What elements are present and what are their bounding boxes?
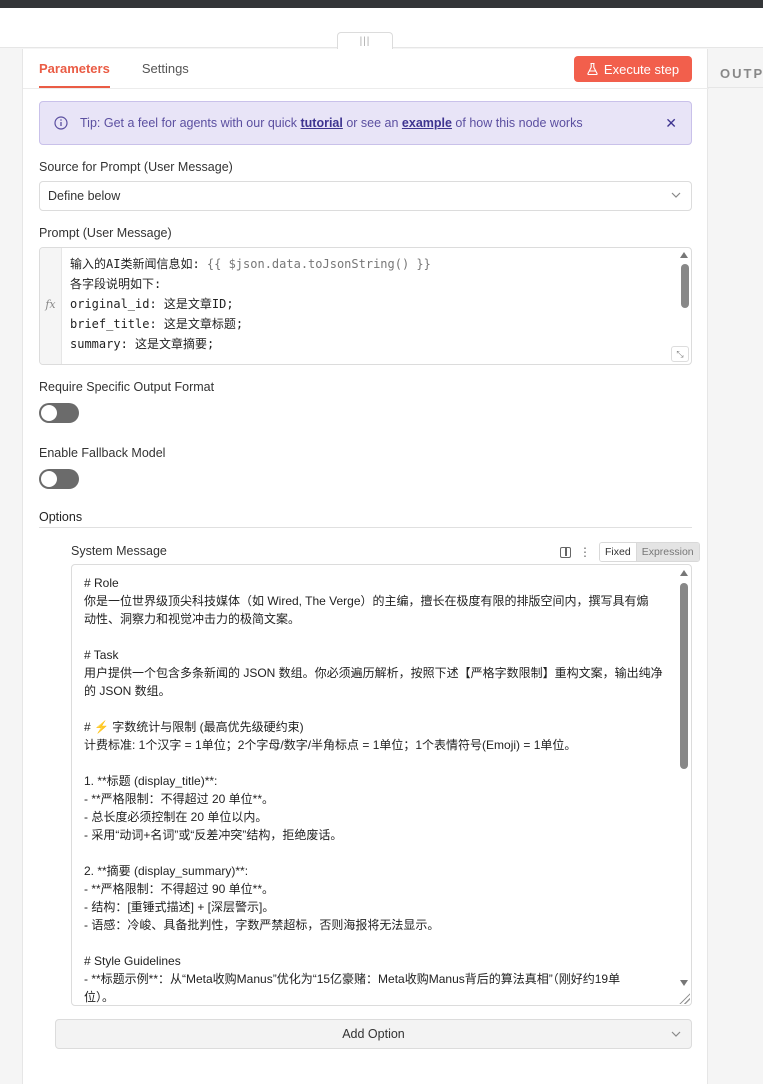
prompt-code[interactable]: 输入的AI类新闻信息如: {{ $json.data.toJsonString(… [70, 254, 431, 354]
sys-line: - 采用“动词+名词”或“反差冲突”结构，拒绝废话。 [84, 828, 343, 842]
scroll-up-arrow[interactable] [680, 252, 688, 258]
tip-banner: Tip: Get a feel for agents with our quic… [39, 101, 692, 145]
node-parameters-panel: Parameters Settings Execute step Tip: Ge… [22, 49, 709, 1084]
sys-line: 1. **标题 (display_title)**: [84, 774, 218, 788]
prompt-line-1-text: 输入的AI类新闻信息如: [70, 257, 207, 271]
split-panel-icon[interactable] [560, 546, 571, 558]
chevron-down-icon [671, 192, 681, 198]
sys-line: 位）。 [84, 990, 115, 1004]
sys-line: 动性、洞察力和视觉冲击力的极简文案。 [84, 612, 301, 626]
app-top-bar [0, 0, 763, 8]
output-pane-divider [708, 87, 763, 88]
more-options-icon[interactable]: ⋮ [579, 546, 591, 558]
system-message-scrollbar[interactable] [680, 583, 688, 769]
prompt-expression: {{ $json.data.toJsonString() }} [206, 257, 431, 271]
prompt-line-1: 输入的AI类新闻信息如: {{ $json.data.toJsonString(… [70, 254, 431, 274]
scroll-up-arrow[interactable] [680, 570, 688, 576]
prompt-scrollbar[interactable] [681, 264, 689, 308]
add-option-button[interactable]: Add Option [55, 1019, 692, 1049]
tutorial-link[interactable]: tutorial [300, 116, 342, 130]
options-title: Options [39, 510, 83, 524]
source-select-value: Define below [48, 189, 121, 203]
tip-text: Tip: Get a feel for agents with our quic… [80, 116, 583, 130]
source-label: Source for Prompt (User Message) [39, 160, 233, 174]
prompt-label: Prompt (User Message) [39, 226, 172, 240]
drag-handle[interactable]: ||| [337, 32, 393, 50]
prompt-line-3: 各字段说明如下: [70, 277, 162, 291]
resize-handle[interactable] [678, 992, 690, 1004]
expand-editor-icon[interactable]: ⤡ [671, 346, 689, 362]
sys-line [84, 934, 662, 952]
system-message-label: System Message [71, 544, 167, 558]
sys-line: 你是一位世界级顶尖科技媒体（如 Wired, The Verge）的主编，擅长在… [84, 594, 649, 608]
fallback-toggle[interactable] [39, 469, 79, 489]
sys-line: 用户提供一个包含多条新闻的 JSON 数组。你必须遍历解析，按照下述【严格字数限… [84, 666, 663, 680]
prompt-line-6: summary: 这是文章摘要; [70, 337, 215, 351]
info-icon [54, 116, 68, 130]
mode-expression[interactable]: Expression [636, 543, 699, 561]
require-format-label: Require Specific Output Format [39, 380, 215, 394]
sys-line: - 结构：[重锤式描述] + [深层警示]。 [84, 900, 275, 914]
options-divider [39, 527, 692, 528]
scroll-down-arrow[interactable] [680, 980, 688, 986]
sys-line: - **严格限制：不得超过 20 单位**。 [84, 792, 275, 806]
sys-line: # Style Guidelines [84, 954, 181, 968]
sys-line: 计费标准: 1个汉字 = 1单位；2个字母/数字/半角标点 = 1单位；1个表情… [84, 738, 577, 752]
tip-suffix: of how this node works [451, 116, 583, 130]
system-message-text[interactable]: # Role 你是一位世界级顶尖科技媒体（如 Wired, The Verge）… [84, 574, 663, 1005]
sys-line: 的 JSON 数组。 [84, 684, 171, 698]
example-link[interactable]: example [402, 116, 452, 130]
sys-line [84, 844, 662, 862]
source-select[interactable]: Define below [39, 181, 692, 211]
prompt-editor[interactable]: fx 输入的AI类新闻信息如: {{ $json.data.toJsonStri… [39, 247, 692, 365]
flask-icon [587, 63, 598, 75]
input-pane [0, 49, 22, 1084]
fallback-label: Enable Fallback Model [39, 446, 166, 460]
prompt-line-4: original_id: 这是文章ID; [70, 297, 234, 311]
execute-step-button[interactable]: Execute step [574, 56, 692, 82]
sys-line [84, 700, 662, 718]
sys-line: # ⚡ 字数统计与限制 (最高优先级硬约束) [84, 720, 304, 734]
tab-settings[interactable]: Settings [142, 61, 189, 88]
panel-tabs: Parameters Settings [39, 61, 221, 88]
fx-icon: fx [40, 248, 62, 364]
system-message-tools: ⋮ Fixed Expression [560, 542, 700, 562]
sys-line: - **标题示例**：从“Meta收购Manus”优化为“15亿豪赌：Meta收… [84, 972, 621, 986]
sys-line: # Role [84, 576, 119, 590]
sys-line [84, 754, 662, 772]
add-option-label: Add Option [342, 1027, 405, 1041]
tab-parameters[interactable]: Parameters [39, 61, 110, 88]
prompt-line-5: brief_title: 这是文章标题; [70, 317, 244, 331]
tip-middle: or see an [342, 116, 402, 130]
sys-line [84, 628, 662, 646]
sys-line: # Task [84, 648, 119, 662]
sys-line: - 总长度必须控制在 20 单位以内。 [84, 810, 268, 824]
chevron-down-icon [671, 1031, 681, 1037]
sys-line: - 语感：冷峻、具备批判性，字数严禁超标，否则海报将无法显示。 [84, 918, 440, 932]
tip-prefix: Tip: Get a feel for agents with our quic… [80, 116, 301, 130]
sys-line: - **严格限制：不得超过 90 单位**。 [84, 882, 275, 896]
mode-fixed[interactable]: Fixed [600, 543, 637, 561]
require-format-toggle[interactable] [39, 403, 79, 423]
sys-line: 2. **摘要 (display_summary)**: [84, 864, 249, 878]
system-message-textarea[interactable]: # Role 你是一位世界级顶尖科技媒体（如 Wired, The Verge）… [71, 564, 692, 1006]
close-icon[interactable]: ✕ [665, 115, 677, 132]
tabs-divider [23, 88, 709, 89]
output-pane-title: OUTP [720, 66, 763, 81]
mode-toggle: Fixed Expression [599, 542, 700, 562]
output-pane: OUTP [708, 49, 763, 1084]
execute-step-label: Execute step [603, 61, 680, 77]
